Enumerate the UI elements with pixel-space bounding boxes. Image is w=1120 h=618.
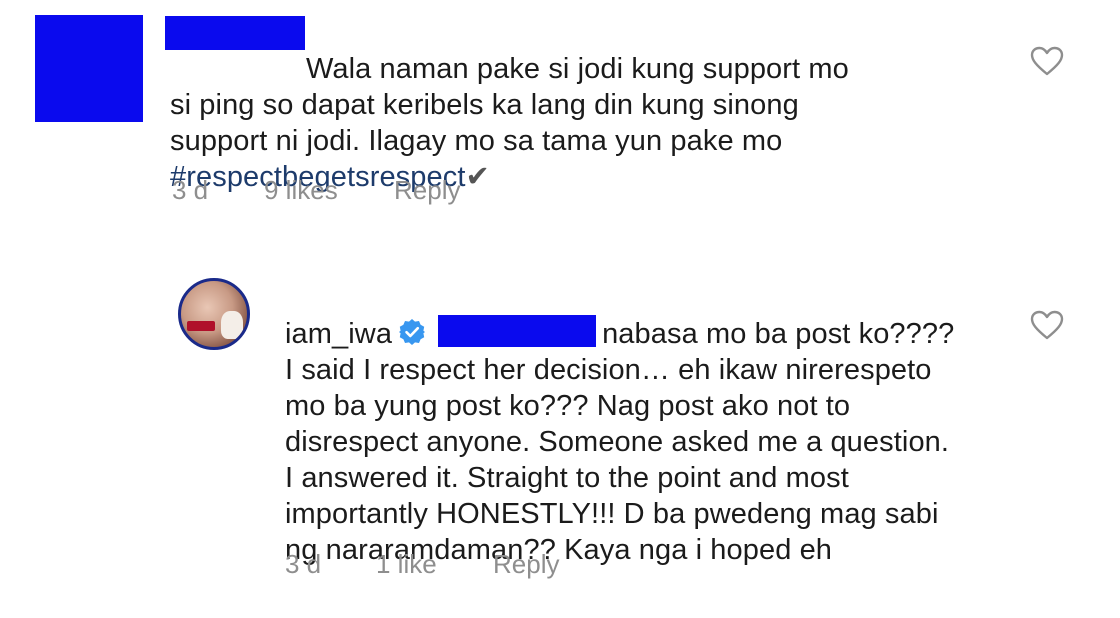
- redacted-mention: [438, 315, 597, 348]
- heart-icon[interactable]: [1030, 310, 1064, 340]
- username[interactable]: iam_iwa: [285, 318, 392, 350]
- comment-1-body: si ping so dapat keribels ka lang din ku…: [170, 89, 799, 157]
- avatar-detail-hand: [221, 311, 243, 339]
- heart-icon[interactable]: [1030, 46, 1064, 76]
- comment-2-likes[interactable]: 1 like: [376, 549, 493, 580]
- check-mark: ✔: [465, 161, 490, 193]
- comment-2-reply-button[interactable]: Reply: [493, 549, 559, 580]
- comment-1-time: 3 d: [172, 175, 209, 205]
- comment-2-body: I said I respect her decision… eh ikaw n…: [285, 354, 950, 566]
- comment-1-text: Wala naman pake si jodi kung support mo …: [170, 15, 990, 195]
- comment-1-likes[interactable]: 9 likes: [264, 175, 394, 206]
- comment-1-reply-button[interactable]: Reply: [394, 175, 460, 206]
- avatar[interactable]: [178, 278, 250, 350]
- comment-2-time: 3 d: [285, 549, 322, 579]
- comment-2-text: iam_iwa nabasa mo ba post ko???? I said …: [285, 280, 1045, 568]
- comment-2-line1: nabasa mo ba post ko????: [602, 318, 955, 350]
- comment-1-line1: Wala naman pake si jodi kung support mo: [306, 53, 849, 85]
- avatar-detail: [187, 321, 215, 331]
- verified-badge-icon: [399, 319, 426, 346]
- comment-1-meta: 3 d 9 likes Reply: [172, 175, 460, 206]
- comment-2-meta: 3 d 1 like Reply: [285, 549, 559, 580]
- redacted-avatar: [35, 15, 143, 122]
